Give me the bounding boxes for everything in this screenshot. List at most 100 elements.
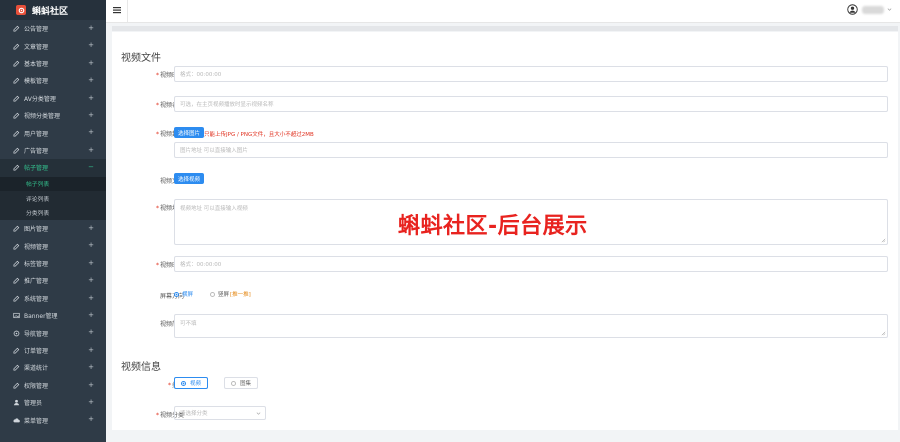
cover-hint: 只能上传JPG / PNG文件，且大小不超过2MB bbox=[204, 132, 314, 138]
sidebar-item-label: 导航管理 bbox=[24, 330, 49, 338]
desc-textarea[interactable]: 可不填 bbox=[174, 314, 888, 338]
sidebar-item[interactable]: 图片管理 + bbox=[0, 220, 106, 237]
section-title-video-file: 视频文件 bbox=[121, 53, 161, 64]
radio-checked-icon bbox=[181, 380, 186, 386]
sidebar-item-label: 标签管理 bbox=[24, 260, 49, 268]
edit-icon bbox=[13, 164, 20, 171]
plus-icon: + bbox=[88, 276, 94, 285]
chevron-down-icon bbox=[256, 411, 261, 416]
submenu-item[interactable]: 评论列表 bbox=[0, 191, 106, 206]
sidebar-item[interactable]: 基本管理 + bbox=[0, 55, 106, 72]
sidebar-item-label: 模板管理 bbox=[24, 78, 49, 86]
edit-icon bbox=[13, 225, 20, 232]
sidebar-item[interactable]: 文章管理 + bbox=[0, 37, 106, 54]
resize-grip-icon[interactable] bbox=[881, 238, 886, 243]
name-input[interactable]: 可选，在主页视频播放时显示视频名称 bbox=[174, 96, 888, 112]
sidebar-item[interactable]: 导航管理 + bbox=[0, 324, 106, 341]
cloud-icon bbox=[13, 417, 20, 424]
user-menu[interactable] bbox=[847, 4, 892, 15]
edit-icon bbox=[13, 77, 20, 84]
form-row-orientation: 屏幕方向 横屏 竖屏 [推一推] bbox=[112, 290, 898, 300]
sidebar-item[interactable]: 权限管理 + bbox=[0, 377, 106, 394]
category-select[interactable]: 请选择分类 bbox=[174, 406, 266, 420]
edit-icon bbox=[13, 112, 20, 119]
plus-icon: + bbox=[88, 363, 94, 372]
minus-icon: − bbox=[88, 163, 94, 172]
sidebar-item-label: 权限管理 bbox=[24, 382, 49, 390]
plus-icon: + bbox=[88, 93, 94, 102]
sidebar-item-label: 订单管理 bbox=[24, 347, 49, 355]
plus-icon: + bbox=[88, 345, 94, 354]
radio-landscape[interactable]: 横屏 bbox=[174, 290, 193, 298]
sidebar-item[interactable]: 广告管理 + bbox=[0, 142, 106, 159]
sidebar-item-label: 视频管理 bbox=[24, 243, 49, 251]
form-row-file: 视频文件 选择视频 bbox=[112, 173, 898, 185]
submenu-item[interactable]: 分类列表 bbox=[0, 206, 106, 221]
submenu-item[interactable]: 帖子列表 bbox=[0, 176, 106, 192]
sidebar-item-label: 基本管理 bbox=[24, 60, 49, 68]
plus-icon: + bbox=[88, 380, 94, 389]
sidebar-submenu: 帖子列表 评论列表 分类列表 bbox=[0, 176, 106, 221]
duration-input[interactable]: 格式：00:00:00 bbox=[174, 66, 888, 82]
edit-icon bbox=[13, 60, 20, 67]
username-blurred bbox=[862, 5, 884, 14]
sidebar-item[interactable]: 推广管理 + bbox=[0, 272, 106, 289]
duration2-input[interactable]: 格式：00:00:00 bbox=[174, 256, 888, 272]
user-avatar-icon bbox=[847, 4, 858, 15]
type-video-option[interactable]: 视频 bbox=[174, 377, 209, 389]
plus-icon: + bbox=[88, 310, 94, 319]
edit-icon bbox=[13, 147, 20, 154]
plus-icon: + bbox=[88, 293, 94, 302]
sidebar-item-label: 广告管理 bbox=[24, 147, 49, 155]
url-placeholder: 视频地址 可以直接输入视频 bbox=[180, 206, 248, 212]
form-row-description: 视频简述 可不填 bbox=[112, 314, 898, 338]
plus-icon: + bbox=[88, 58, 94, 67]
choose-video-button[interactable]: 选择视频 bbox=[174, 173, 205, 184]
radio-portrait[interactable]: 竖屏 [推一推] bbox=[210, 290, 251, 298]
chevron-down-icon bbox=[887, 7, 892, 12]
sidebar-item[interactable]: 用户管理 + bbox=[0, 124, 106, 141]
edit-icon bbox=[13, 95, 20, 102]
edit-icon bbox=[13, 364, 20, 371]
hamburger-menu-icon[interactable] bbox=[112, 5, 122, 15]
sidebar-item[interactable]: 公告管理 + bbox=[0, 20, 106, 37]
form-row-name: *视频名称 可选，在主页视频播放时显示视频名称 bbox=[112, 96, 898, 112]
sidebar-item-label: 用户管理 bbox=[24, 130, 49, 138]
form-row-duration-2: *视频时长 格式：00:00:00 bbox=[112, 256, 898, 272]
sidebar-item[interactable]: 视频分类管理 + bbox=[0, 107, 106, 124]
type-gallery-option[interactable]: 图集 bbox=[224, 377, 259, 389]
sidebar-item[interactable]: 视频管理 + bbox=[0, 237, 106, 254]
radio-unchecked-icon bbox=[210, 291, 215, 297]
sidebar-item[interactable]: 标签管理 + bbox=[0, 255, 106, 272]
sidebar-item-label: 系统管理 bbox=[24, 295, 49, 303]
sidebar-item[interactable]: 订单管理 + bbox=[0, 342, 106, 359]
sidebar-item-label: 公告管理 bbox=[24, 26, 49, 34]
plus-icon: + bbox=[88, 145, 94, 154]
edit-icon bbox=[13, 347, 20, 354]
sidebar-item[interactable]: 渠道统计 + bbox=[0, 359, 106, 376]
sidebar-item[interactable]: 管理员 + bbox=[0, 394, 106, 411]
choose-image-button[interactable]: 选择图片 bbox=[174, 127, 205, 138]
app-logo[interactable]: 蝌蚪社区 bbox=[0, 0, 106, 20]
sidebar-item[interactable]: AV分类管理 + bbox=[0, 90, 106, 107]
sidebar-item[interactable]: 菜单管理 + bbox=[0, 411, 106, 428]
sidebar-item[interactable]: 系统管理 + bbox=[0, 290, 106, 307]
form-row-cover: *视频封面 选择图片 只能上传JPG / PNG文件，且大小不超过2MB 图片地… bbox=[112, 127, 898, 167]
sidebar-item-label: Banner管理 bbox=[24, 313, 58, 321]
logo-icon bbox=[16, 5, 26, 15]
sidebar-item[interactable]: 帖子管理 − bbox=[0, 159, 106, 177]
sidebar-item[interactable]: Banner管理 + bbox=[0, 307, 106, 324]
cover-url-input[interactable]: 图片地址 可以直接输入图片 bbox=[174, 142, 888, 158]
plus-icon: + bbox=[88, 328, 94, 337]
sidebar-menu-lower: 图片管理 + 视频管理 + 标签管理 + 推广管理 + 系统管理 + Banner管理 + 导航管理 + 订… bbox=[0, 220, 106, 429]
edit-icon bbox=[13, 260, 20, 267]
app-title: 蝌蚪社区 bbox=[32, 6, 69, 17]
resize-grip-icon[interactable] bbox=[881, 331, 886, 336]
sidebar-item-label: 菜单管理 bbox=[24, 417, 49, 425]
sidebar-item[interactable]: 模板管理 + bbox=[0, 72, 106, 89]
circle-icon bbox=[13, 330, 20, 337]
plus-icon: + bbox=[88, 128, 94, 137]
form-row-category: *视频分类 请选择分类 bbox=[112, 406, 898, 420]
radio-unchecked-icon bbox=[231, 380, 236, 386]
watermark-text: 蝌蚪社区-后台展示 bbox=[398, 214, 588, 239]
